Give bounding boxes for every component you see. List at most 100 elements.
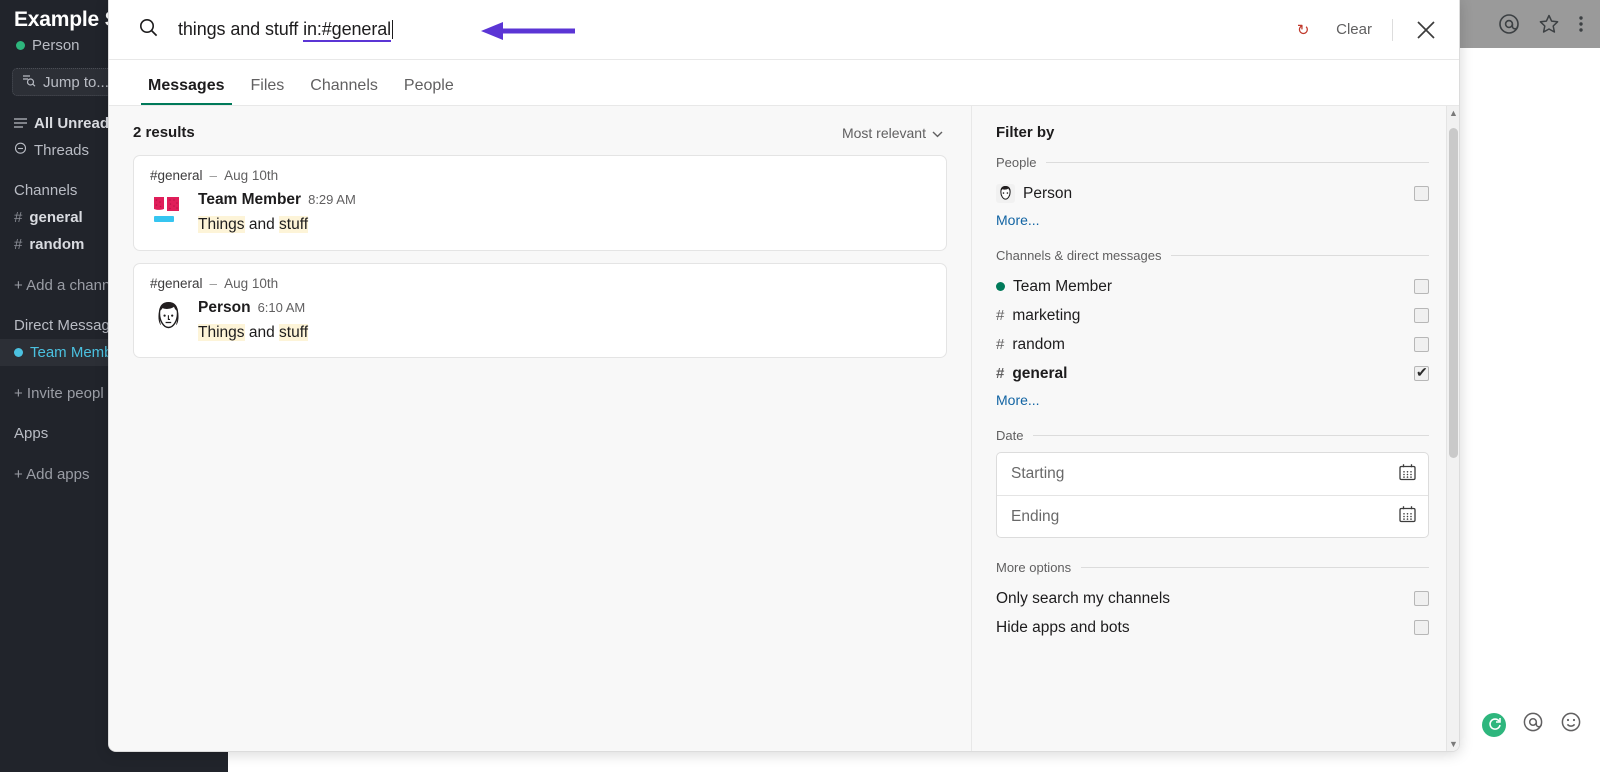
result-text: Things and stuff	[198, 214, 930, 236]
filter-checkbox[interactable]	[1414, 366, 1429, 381]
threads-icon	[14, 137, 27, 164]
sort-dropdown[interactable]: Most relevant	[842, 125, 943, 141]
annotation-arrow-icon	[479, 22, 579, 45]
composer-icons	[1482, 711, 1582, 738]
result-date: Aug 10th	[224, 168, 278, 183]
text-caret	[392, 20, 393, 39]
result-channel[interactable]: #general	[150, 168, 203, 183]
sidebar-dm-label: Team Memb	[30, 339, 113, 366]
filter-group-header: More options	[996, 560, 1429, 575]
presence-dot	[14, 348, 23, 357]
calendar-icon[interactable]	[1399, 463, 1416, 486]
modal-scrollbar[interactable]: ▲ ▼	[1446, 106, 1459, 751]
calendar-icon[interactable]	[1399, 505, 1416, 528]
filter-group-header: People	[996, 155, 1429, 170]
clear-search-button[interactable]: Clear	[1316, 21, 1392, 38]
sidebar-channel-label: general	[29, 204, 82, 231]
result-meta: #general – Aug 10th	[150, 276, 930, 291]
search-bar: things and stuff in:#general ↻ Clear	[109, 0, 1459, 60]
people-more-link[interactable]: More...	[996, 212, 1040, 228]
tab-channels[interactable]: Channels	[297, 77, 391, 105]
filter-row-label: Only search my channels	[996, 590, 1405, 608]
search-modal: things and stuff in:#general ↻ Clear Mes…	[108, 0, 1460, 752]
channels-more-link[interactable]: More...	[996, 392, 1040, 408]
filter-checkbox[interactable]	[1414, 279, 1429, 294]
avatar	[150, 190, 187, 227]
hash-icon: #	[996, 336, 1004, 353]
result-highlight: stuff	[279, 324, 308, 341]
filter-checkbox[interactable]	[1414, 186, 1429, 201]
option-only-search-my-channels[interactable]: Only search my channels	[996, 584, 1429, 613]
filter-group-header: Date	[996, 428, 1429, 443]
filter-row-label: Team Member	[996, 278, 1405, 296]
results-count: 2 results	[133, 124, 195, 141]
result-channel[interactable]: #general	[150, 276, 203, 291]
results-header: 2 results Most relevant	[133, 124, 947, 141]
date-range-box: Starting	[996, 452, 1429, 538]
tab-messages[interactable]: Messages	[135, 77, 238, 105]
filter-channel-name: Team Member	[1013, 278, 1112, 296]
filter-panel-title: Filter by	[996, 124, 1429, 141]
date-ending-field[interactable]: Ending	[997, 495, 1428, 537]
filter-channel-random[interactable]: # random	[996, 330, 1429, 359]
filter-channel-name: general	[1012, 365, 1067, 383]
filter-checkbox[interactable]	[1414, 591, 1429, 606]
search-result-item[interactable]: #general – Aug 10th	[133, 155, 947, 251]
search-input[interactable]: things and stuff in:#general	[139, 18, 1290, 42]
filter-channel-name: marketing	[1012, 307, 1080, 325]
presence-dot	[996, 282, 1005, 291]
bookmark-star-icon[interactable]	[1538, 13, 1560, 35]
filter-checkbox[interactable]	[1414, 308, 1429, 323]
result-text-mid: and	[245, 324, 279, 341]
slack-compose-icon[interactable]	[1482, 713, 1506, 737]
emoji-icon[interactable]	[1560, 711, 1582, 738]
option-hide-apps-and-bots[interactable]: Hide apps and bots	[996, 613, 1429, 642]
browser-menu-icon[interactable]	[1578, 13, 1584, 35]
result-meta: #general – Aug 10th	[150, 168, 930, 183]
divider	[1171, 255, 1429, 256]
chevron-down-icon	[932, 125, 943, 141]
filter-channel-marketing[interactable]: # marketing	[996, 301, 1429, 330]
mention-composer-icon[interactable]	[1522, 711, 1544, 738]
result-highlight: Things	[198, 324, 245, 341]
close-icon[interactable]	[1393, 19, 1437, 41]
search-result-item[interactable]: #general – Aug 10th	[133, 263, 947, 359]
search-query-text: things and stuff in:#general	[178, 19, 393, 40]
filter-person-person[interactable]: Person	[996, 179, 1429, 208]
result-lines: Person 6:10 AM Things and stuff	[198, 298, 930, 344]
jump-to-label: Jump to...	[43, 74, 109, 91]
date-ending-placeholder: Ending	[1011, 508, 1059, 526]
result-meta-separator: –	[210, 168, 218, 183]
presence-dot	[16, 41, 25, 50]
filter-checkbox[interactable]	[1414, 337, 1429, 352]
result-author-row: Person 6:10 AM	[198, 298, 930, 319]
result-highlight: stuff	[279, 216, 308, 233]
filter-group-label: More options	[996, 560, 1071, 575]
scroll-up-arrow-icon[interactable]: ▲	[1447, 106, 1460, 120]
scrollbar-thumb[interactable]	[1449, 128, 1458, 458]
tab-people[interactable]: People	[391, 77, 467, 105]
filter-checkbox[interactable]	[1414, 620, 1429, 635]
filter-row-label: # random	[996, 336, 1405, 354]
sidebar-threads-label: Threads	[34, 137, 89, 164]
avatar	[150, 298, 187, 335]
jump-to-icon	[22, 73, 36, 91]
mention-icon[interactable]	[1498, 13, 1520, 35]
result-meta-separator: –	[210, 276, 218, 291]
filter-group-label: Date	[996, 428, 1023, 443]
filter-group-label: Channels & direct messages	[996, 248, 1161, 263]
search-body: 2 results Most relevant #general – Aug 1…	[109, 106, 1459, 751]
date-starting-field[interactable]: Starting	[997, 453, 1428, 495]
filter-row-label: Person	[996, 184, 1405, 203]
filter-channel-general[interactable]: # general	[996, 359, 1429, 388]
filter-channel-team-member[interactable]: Team Member	[996, 272, 1429, 301]
avatar	[996, 184, 1015, 203]
filter-row-label: Hide apps and bots	[996, 619, 1405, 637]
filter-group-channels: Channels & direct messages Team Member #…	[996, 248, 1429, 426]
search-icon	[139, 18, 158, 42]
scroll-down-arrow-icon[interactable]: ▼	[1447, 737, 1460, 751]
tab-files[interactable]: Files	[238, 77, 298, 105]
filter-panel: Filter by People	[971, 106, 1459, 751]
workspace-user-label: Person	[32, 37, 80, 54]
result-text-mid: and	[245, 216, 279, 233]
